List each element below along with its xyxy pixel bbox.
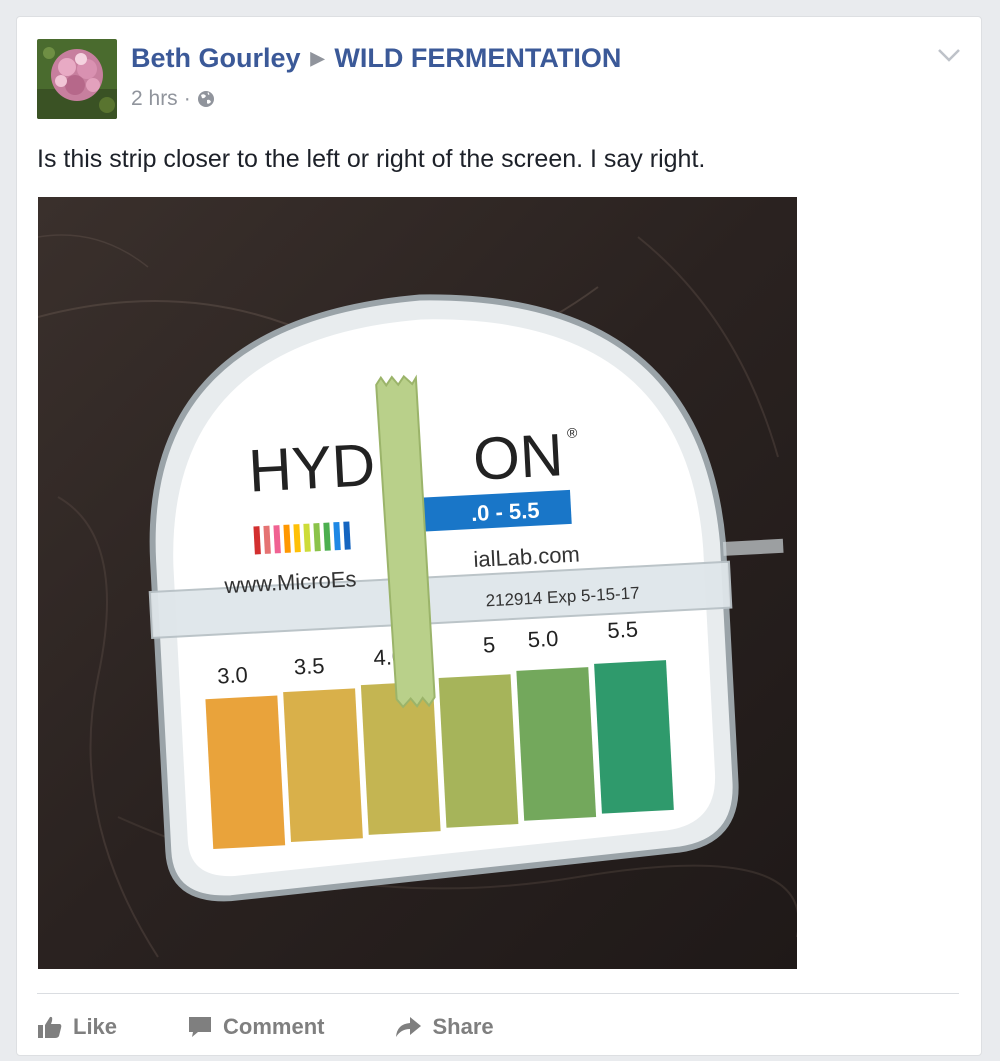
share-button[interactable]: Share — [394, 1014, 494, 1040]
post-timestamp-link[interactable]: 2 hrs — [131, 87, 178, 111]
scale-label: 3.5 — [293, 653, 325, 680]
scale-label: 5.5 — [607, 617, 639, 644]
scale-label: 5 — [482, 632, 496, 658]
post-meta: 2 hrs · — [131, 87, 215, 111]
comment-label: Comment — [223, 1014, 325, 1039]
post-options-chevron-down-icon[interactable] — [937, 47, 961, 63]
thumbs-up-icon — [38, 1016, 62, 1038]
share-to-arrow-icon: ▶ — [310, 48, 325, 68]
comment-button[interactable]: Comment — [187, 1014, 324, 1040]
brand-text-left: HYD — [247, 431, 377, 505]
author-name-link[interactable]: Beth Gourley — [131, 43, 301, 73]
ph-strip-photo: HYD ON ® .0 - 5.5 www.MicroEs ialLab.com… — [38, 197, 797, 969]
scale-label: 3.0 — [217, 662, 249, 689]
meta-separator: · — [183, 87, 191, 110]
registered-mark: ® — [567, 424, 579, 441]
post-header: Beth Gourley ▶ WILD FERMENTATION — [131, 43, 621, 74]
comment-bubble-icon — [189, 1017, 212, 1037]
scale-label: 5.0 — [527, 626, 559, 653]
post-text: Is this strip closer to the left or righ… — [37, 145, 706, 173]
range-label: .0 - 5.5 — [470, 498, 540, 527]
group-name-link[interactable]: WILD FERMENTATION — [334, 43, 621, 73]
brand-text-right: ON — [471, 421, 564, 493]
like-button[interactable]: Like — [37, 1014, 117, 1040]
avatar[interactable] — [37, 39, 117, 119]
avatar-flower-image — [37, 39, 117, 119]
post-photo[interactable]: HYD ON ® .0 - 5.5 www.MicroEs ialLab.com… — [38, 197, 797, 969]
share-label: Share — [432, 1014, 494, 1039]
feed-post: Beth Gourley ▶ WILD FERMENTATION 2 hrs · I… — [16, 16, 982, 1056]
post-actions-bar: Like Comment Share — [37, 1007, 564, 1047]
actions-divider — [37, 993, 959, 994]
share-arrow-icon — [396, 1017, 422, 1037]
like-label: Like — [73, 1014, 118, 1039]
globe-icon[interactable] — [197, 90, 215, 108]
